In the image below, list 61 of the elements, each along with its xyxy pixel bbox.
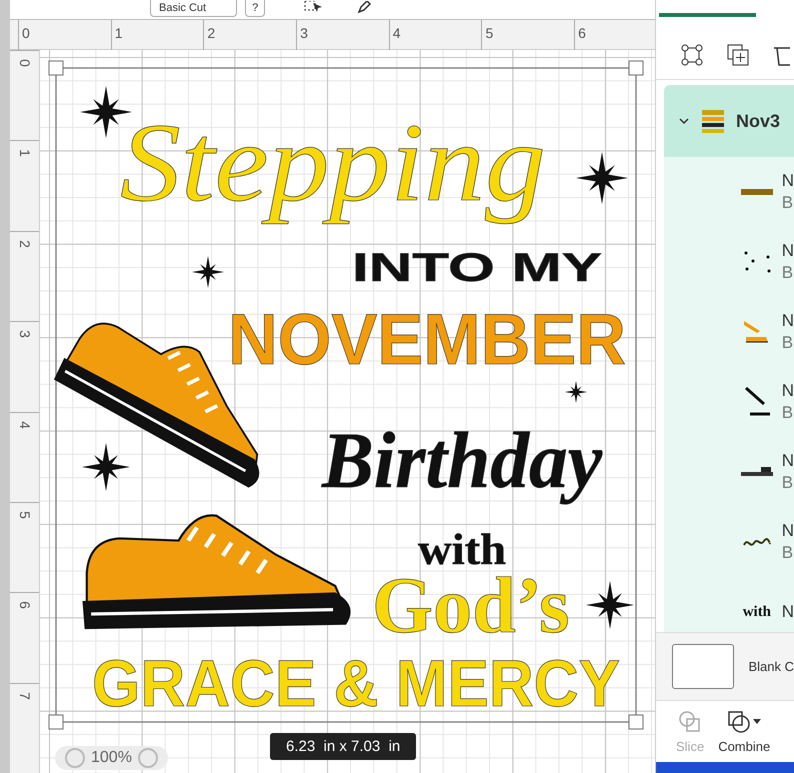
resize-handle[interactable]	[48, 714, 64, 730]
layer-type: B	[782, 332, 794, 354]
sparkle-drawing	[565, 381, 587, 403]
layer-thumbnail: with	[742, 604, 772, 620]
layer-thumbnail	[740, 189, 773, 195]
layer-type: B	[782, 262, 794, 284]
ruler-label: 2	[16, 240, 32, 248]
design-text: INTO MY	[352, 248, 602, 288]
layer-name: N	[782, 240, 794, 262]
design-text: Birthday	[322, 416, 604, 507]
ruler-label: 3	[16, 330, 32, 338]
sparkle-drawing	[192, 256, 224, 288]
sparkle-drawing	[586, 581, 634, 629]
layer-row[interactable]: N B	[664, 227, 794, 297]
layer-row[interactable]: N B	[664, 297, 794, 367]
group-icon[interactable]	[680, 42, 704, 66]
ruler-label: 7	[16, 692, 32, 700]
help-button[interactable]: ?	[245, 0, 266, 17]
layer-name: N	[782, 450, 794, 472]
layer-row[interactable]: N B	[664, 507, 794, 577]
layer-type: B	[782, 542, 794, 564]
ruler-label: 4	[16, 420, 32, 428]
zoom-value: 100%	[91, 749, 132, 767]
layer-row[interactable]: N B	[664, 437, 794, 507]
duplicate-icon[interactable]	[726, 42, 750, 66]
layer-row[interactable]: N B	[664, 157, 794, 227]
sparkle-drawing	[82, 443, 130, 491]
layer-group[interactable]: Nov3	[664, 85, 794, 157]
ruler-label: 6	[16, 601, 32, 610]
combine-icon	[726, 709, 762, 735]
group-name: Nov3	[736, 110, 780, 132]
canvas-label: Blank C	[748, 659, 794, 674]
layer-row[interactable]: with N	[664, 577, 794, 632]
design-thumbnail	[700, 108, 726, 134]
layer-name: N	[782, 310, 794, 332]
selection-box[interactable]	[55, 67, 637, 723]
layer-name: N	[782, 520, 794, 542]
canvas-swatch[interactable]	[672, 644, 734, 689]
operation-dropdown[interactable]: Basic Cut	[150, 0, 238, 17]
ruler-label: 1	[16, 149, 32, 158]
resize-handle[interactable]	[628, 60, 644, 76]
layer-name: N	[782, 380, 794, 402]
layer-name: N	[782, 601, 794, 623]
ruler-label: 5	[16, 510, 32, 519]
layer-row[interactable]: N B	[664, 367, 794, 437]
design-text: Stepping	[120, 100, 547, 227]
combine-button[interactable]: Combine	[718, 709, 770, 754]
sparkle-drawing	[576, 152, 628, 204]
layer-type: B	[782, 472, 794, 494]
resize-handle[interactable]	[48, 60, 64, 76]
layer-type: B	[782, 192, 794, 214]
ruler-label: 0	[16, 59, 32, 67]
layer-type: B	[782, 402, 794, 424]
layer-thumbnail	[740, 467, 773, 477]
design-text: NOVEMBER	[228, 304, 626, 376]
size-label: 6.23 in x 7.03 in	[270, 733, 416, 760]
design-text: GRACE & MERCY	[92, 650, 620, 716]
layer-name: N	[782, 170, 794, 192]
layer-thumbnail	[742, 537, 772, 547]
resize-handle[interactable]	[628, 714, 644, 730]
layer-thumbnail	[742, 249, 772, 275]
